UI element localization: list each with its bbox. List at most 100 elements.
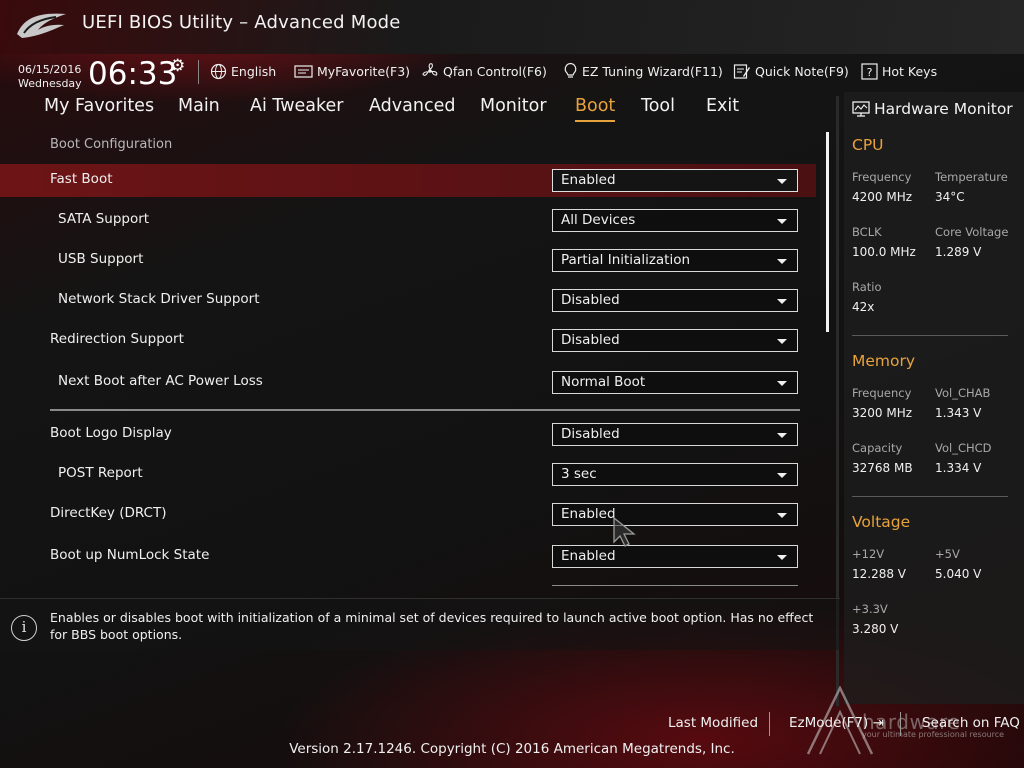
cpu-ratio-label: Ratio: [852, 280, 882, 294]
memory-vol-chab-value: 1.343 V: [935, 406, 982, 420]
qfan-control-button[interactable]: Qfan Control(F6): [421, 62, 547, 80]
fan-icon: [422, 63, 438, 76]
cpu-bclk-value: 100.0 MHz: [852, 245, 916, 259]
chevron-down-icon: [777, 259, 787, 264]
toolbar-label: MyFavorite(F3): [317, 63, 411, 79]
usb-support-dropdown[interactable]: Partial Initialization: [552, 249, 798, 272]
toolbar-label: EZ Tuning Wizard(F11): [582, 63, 723, 79]
setting-label-post-report[interactable]: POST Report: [58, 465, 143, 481]
memory-vol-chcd-value: 1.334 V: [935, 461, 982, 475]
tab-exit[interactable]: Exit: [706, 96, 739, 116]
voltage-3v3-label: +3.3V: [852, 602, 888, 616]
cpu-temperature-label: Temperature: [935, 170, 1008, 184]
setting-label-usb-support[interactable]: USB Support: [58, 251, 143, 267]
toolbar-label: Qfan Control(F6): [443, 63, 547, 79]
section-title: Boot Configuration: [50, 137, 173, 152]
setting-label-numlock-state[interactable]: Boot up NumLock State: [50, 547, 209, 563]
chevron-down-icon: [777, 513, 787, 518]
footer-divider: [900, 712, 901, 736]
chevron-down-icon: [777, 555, 787, 560]
next-boot-ac-loss-dropdown[interactable]: Normal Boot: [552, 371, 798, 394]
boot-logo-display-dropdown[interactable]: Disabled: [552, 423, 798, 446]
lightbulb-icon: [564, 62, 577, 78]
note-icon: [733, 63, 750, 79]
section-divider: [552, 585, 798, 586]
memory-frequency-value: 3200 MHz: [852, 406, 913, 420]
cpu-section-title: CPU: [852, 136, 884, 154]
cpu-core-voltage-label: Core Voltage: [935, 225, 1009, 239]
help-text: Enables or disables boot with initializa…: [50, 610, 814, 642]
hardware-monitor-title-label: Hardware Monitor: [874, 100, 1013, 118]
toolbar-label: Quick Note(F9): [755, 63, 849, 79]
monitor-divider: [852, 335, 1008, 336]
hot-keys-button[interactable]: ? Hot Keys: [861, 62, 937, 80]
directkey-dropdown[interactable]: Enabled: [552, 503, 798, 526]
voltage-section-title: Voltage: [852, 513, 911, 531]
search-faq-button[interactable]: Search on FAQ: [922, 715, 1020, 731]
memory-vol-chcd-label: Vol_CHCD: [935, 441, 992, 455]
watermark-subtitle: your ultimate professional resource: [862, 730, 1005, 739]
tab-my-favorites[interactable]: My Favorites: [44, 96, 154, 116]
ezmode-button[interactable]: EzMode(F7) ⇥: [789, 715, 884, 731]
tab-main[interactable]: Main: [178, 96, 220, 116]
dropdown-value: Enabled: [561, 172, 616, 188]
toolbar-divider: [198, 60, 199, 84]
monitor-divider: [852, 496, 1008, 497]
date: 06/15/2016: [18, 63, 82, 76]
memory-vol-chab-label: Vol_CHAB: [935, 386, 991, 400]
last-modified-button[interactable]: Last Modified: [668, 715, 758, 731]
memory-frequency-label: Frequency: [852, 386, 912, 400]
voltage-12v-label: +12V: [852, 547, 885, 561]
post-report-dropdown[interactable]: 3 sec: [552, 463, 798, 486]
cpu-temperature-value: 34°C: [935, 190, 965, 204]
setting-label-fast-boot[interactable]: Fast Boot: [50, 171, 113, 187]
scrollbar-thumb[interactable]: [826, 132, 829, 332]
sata-support-dropdown[interactable]: All Devices: [552, 209, 798, 232]
myfavorite-button[interactable]: MyFavorite(F3): [294, 62, 410, 80]
tab-monitor[interactable]: Monitor: [480, 96, 547, 116]
cpu-bclk-label: BCLK: [852, 225, 882, 239]
setting-label-directkey[interactable]: DirectKey (DRCT): [50, 505, 167, 521]
tab-advanced[interactable]: Advanced: [369, 96, 455, 116]
dropdown-value: Partial Initialization: [561, 252, 691, 268]
chevron-down-icon: [777, 433, 787, 438]
voltage-3v3-value: 3.280 V: [852, 622, 899, 636]
chevron-down-icon: [777, 473, 787, 478]
version-text: Version 2.17.1246. Copyright (C) 2016 Am…: [289, 741, 735, 757]
quick-note-button[interactable]: Quick Note(F9): [733, 62, 849, 80]
tab-tool[interactable]: Tool: [641, 96, 675, 116]
network-stack-dropdown[interactable]: Disabled: [552, 289, 798, 312]
dropdown-value: 3 sec: [561, 466, 597, 482]
memory-capacity-value: 32768 MB: [852, 461, 913, 475]
favorites-icon: [294, 64, 313, 78]
voltage-5v-label: +5V: [935, 547, 960, 561]
title-bar: UEFI BIOS Utility – Advanced Mode: [0, 0, 1024, 54]
redirection-support-dropdown[interactable]: Disabled: [552, 329, 798, 352]
rog-logo-icon: [17, 13, 66, 38]
tab-boot[interactable]: Boot: [575, 96, 616, 122]
fast-boot-dropdown[interactable]: Enabled: [552, 169, 798, 192]
tab-ai-tweaker[interactable]: Ai Tweaker: [250, 96, 343, 116]
section-divider: [50, 409, 800, 411]
setting-label-boot-logo-display[interactable]: Boot Logo Display: [50, 425, 172, 441]
dropdown-value: Enabled: [561, 506, 616, 522]
ez-tuning-wizard-button[interactable]: EZ Tuning Wizard(F11): [563, 62, 723, 80]
globe-icon: [210, 63, 227, 79]
numlock-state-dropdown[interactable]: Enabled: [552, 545, 798, 568]
monitor-icon: [852, 101, 870, 117]
exit-arrow-icon: ⇥: [872, 715, 884, 731]
info-icon: i: [11, 615, 37, 641]
setting-label-redirection-support[interactable]: Redirection Support: [50, 331, 184, 347]
date-display: 06/15/2016 Wednesday: [18, 63, 82, 91]
setting-label-sata-support[interactable]: SATA Support: [58, 211, 149, 227]
setting-label-network-stack[interactable]: Network Stack Driver Support: [58, 291, 260, 307]
dropdown-value: Normal Boot: [561, 374, 646, 390]
language-button[interactable]: English: [210, 62, 276, 80]
gear-icon[interactable]: ⚙: [170, 56, 185, 76]
dropdown-value: Enabled: [561, 548, 616, 564]
chevron-down-icon: [777, 179, 787, 184]
window-title: UEFI BIOS Utility – Advanced Mode: [82, 12, 401, 33]
cpu-ratio-value: 42x: [852, 300, 875, 314]
setting-label-next-boot-ac-loss[interactable]: Next Boot after AC Power Loss: [58, 373, 263, 389]
ezmode-label: EzMode(F7): [789, 715, 869, 731]
